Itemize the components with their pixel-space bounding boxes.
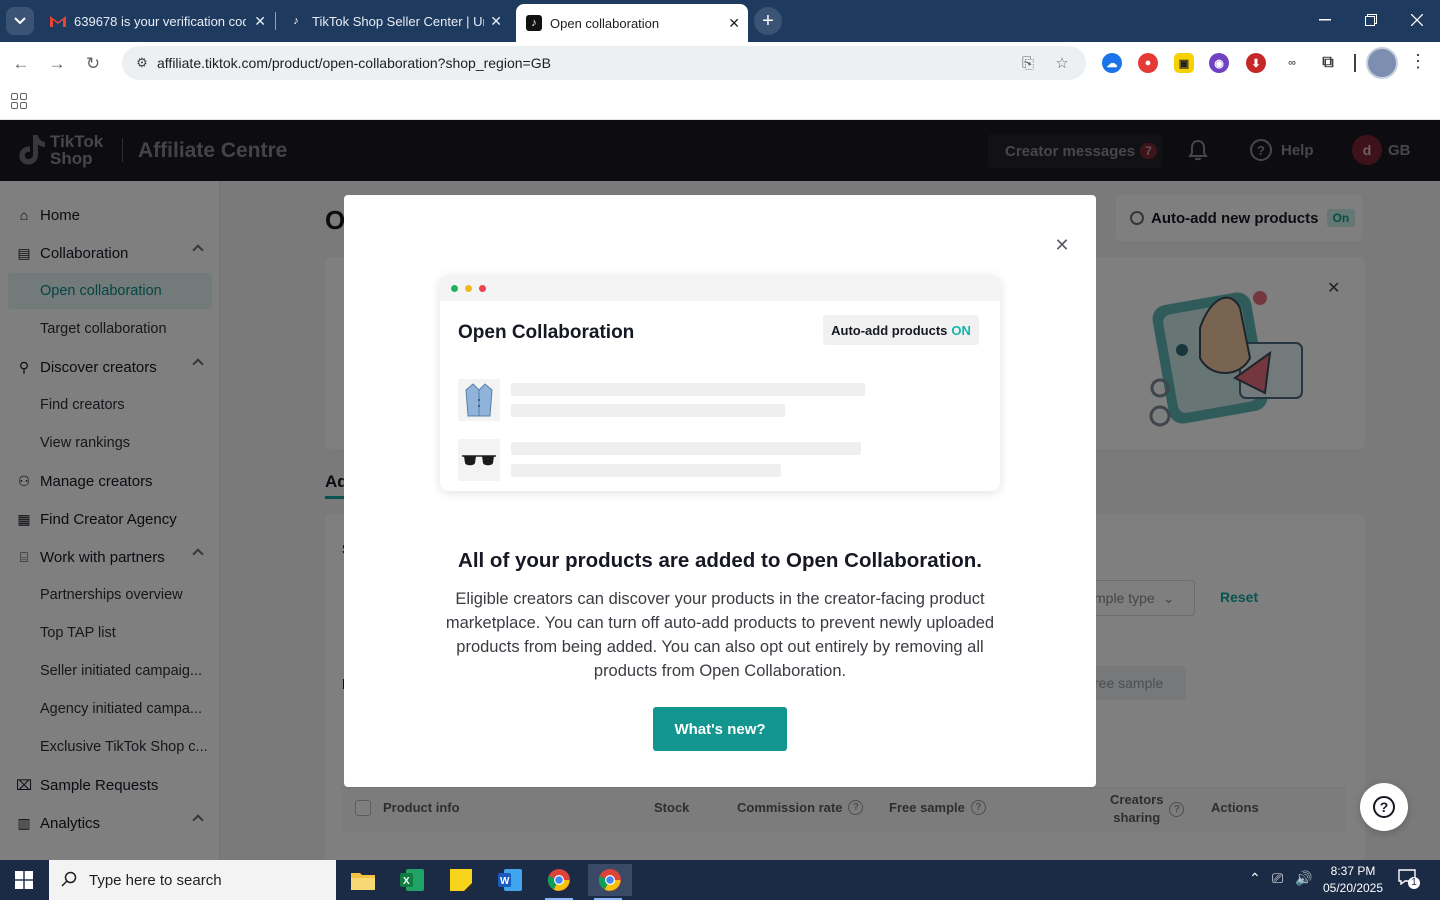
window-dot-red: [479, 285, 486, 292]
svg-text:W: W: [500, 876, 510, 887]
site-settings-icon[interactable]: ⚙: [130, 51, 154, 75]
modal-body-text: Eligible creators can discover your prod…: [445, 590, 995, 680]
sticky-notes-icon: [450, 869, 472, 891]
excel-icon: X: [400, 869, 424, 891]
browser-toolbar: ← → ↻ ⚙ affiliate.tiktok.com/product/ope…: [0, 42, 1440, 84]
restore-icon: [1365, 14, 1377, 26]
chevron-down-icon: [14, 17, 26, 25]
yellow-extension-icon[interactable]: ▣: [1174, 53, 1194, 73]
preview-pill-label: Auto-add products: [831, 322, 948, 338]
close-icon[interactable]: ✕: [490, 13, 502, 30]
install-app-icon[interactable]: ⎘: [1018, 53, 1038, 73]
blazer-thumbnail-icon: [458, 379, 500, 421]
arrow-left-icon: ←: [12, 54, 30, 73]
skeleton-line: [511, 404, 785, 417]
notification-center-icon[interactable]: 1: [1398, 869, 1420, 891]
help-floating-button[interactable]: ?: [1360, 783, 1408, 831]
forward-button[interactable]: →: [44, 51, 70, 77]
pokeball-extension-icon[interactable]: ●: [1138, 53, 1158, 73]
clock-date: 05/20/2025: [1322, 881, 1384, 895]
preview-pill-status: ON: [951, 322, 971, 338]
help-icon: ?: [1373, 796, 1395, 818]
profile-avatar[interactable]: [1366, 47, 1398, 79]
browser-tab-bar: 639678 is your verification code ✕ ♪ Tik…: [0, 0, 1440, 42]
url-text[interactable]: affiliate.tiktok.com/product/open-collab…: [157, 55, 551, 71]
svg-text:X: X: [403, 876, 410, 887]
cloud-extension-icon[interactable]: ☁: [1102, 53, 1122, 73]
volume-icon[interactable]: 🔊: [1295, 870, 1312, 887]
search-icon: [61, 871, 77, 887]
tiktok-icon: ♪: [293, 15, 299, 27]
window-dot-green: [451, 285, 458, 292]
taskbar-excel[interactable]: X: [392, 864, 432, 896]
apps-grid-icon[interactable]: [11, 93, 27, 109]
preview-title: Open Collaboration: [458, 322, 635, 343]
start-button[interactable]: [0, 860, 48, 900]
browser-tab-open-collaboration[interactable]: ♪ Open collaboration ✕: [516, 4, 748, 42]
browser-menu-icon[interactable]: ⋮: [1408, 51, 1428, 75]
tab-title: TikTok Shop Seller Center | United Kingd…: [312, 13, 484, 29]
windows-taskbar: Type here to search X W ⌃ ⎚ 🔊 8:37 PM 05…: [0, 860, 1440, 900]
tab-separator: [275, 12, 276, 30]
preview-window-bar: [440, 275, 1000, 301]
red-extension-icon[interactable]: ⬇: [1246, 53, 1266, 73]
taskbar-file-explorer[interactable]: [343, 864, 383, 896]
tab-search-button[interactable]: [6, 7, 34, 35]
plus-icon: +: [762, 9, 774, 32]
reload-icon: ↻: [85, 54, 101, 73]
taskbar-word[interactable]: W: [490, 864, 530, 896]
reload-button[interactable]: ↻: [80, 51, 106, 77]
skeleton-line: [511, 464, 781, 477]
close-icon[interactable]: ✕: [728, 15, 740, 32]
arrow-right-icon: →: [48, 54, 66, 73]
chevron-up-icon[interactable]: ⌃: [1249, 870, 1261, 887]
close-icon[interactable]: ✕: [254, 13, 266, 30]
skeleton-line: [511, 383, 865, 396]
preview-auto-add-pill: Auto-add products ON: [823, 315, 979, 345]
new-tab-button[interactable]: +: [754, 7, 782, 35]
preview-window-illustration: Open Collaboration Auto-add products ON: [440, 275, 1000, 491]
gmail-icon: [50, 13, 66, 29]
open-collaboration-modal: ✕ Open Collaboration Auto-add products O…: [344, 195, 1096, 787]
modal-close-icon[interactable]: ✕: [1052, 235, 1072, 255]
taskbar-search-box[interactable]: Type here to search: [49, 860, 336, 900]
taskbar-chrome-active[interactable]: [588, 864, 632, 900]
tab-title: Open collaboration: [550, 15, 660, 31]
taskbar-sticky-notes[interactable]: [441, 864, 481, 896]
word-icon: W: [498, 869, 522, 891]
modal-heading: All of your products are added to Open C…: [458, 549, 982, 572]
close-window-button[interactable]: [1394, 0, 1440, 40]
bookmarks-bar: [0, 84, 1440, 120]
link-extension-icon[interactable]: ∞: [1282, 53, 1302, 73]
address-bar[interactable]: ⚙ affiliate.tiktok.com/product/open-coll…: [122, 46, 1086, 80]
minimize-icon: [1319, 19, 1331, 21]
whats-new-button[interactable]: What's new?: [653, 707, 787, 751]
taskbar-search-placeholder: Type here to search: [89, 871, 222, 889]
chrome-icon: [547, 869, 570, 891]
bookmark-star-icon[interactable]: ☆: [1052, 53, 1072, 73]
chrome-icon: [598, 869, 621, 891]
close-icon: [1411, 14, 1423, 26]
clock-time: 8:37 PM: [1330, 864, 1376, 878]
notification-count-badge: 1: [1408, 877, 1420, 889]
restore-button[interactable]: [1348, 0, 1394, 40]
extensions-puzzle-icon[interactable]: ⧉: [1318, 53, 1338, 73]
sunglasses-thumbnail-icon: [458, 439, 500, 481]
windows-logo-icon: [15, 871, 33, 889]
folder-icon: [351, 873, 375, 890]
skeleton-line: [511, 442, 861, 455]
minimize-button[interactable]: [1302, 0, 1348, 40]
browser-tab-gmail[interactable]: 639678 is your verification code ✕: [40, 6, 274, 36]
back-button[interactable]: ←: [8, 51, 34, 77]
meet-now-icon[interactable]: ⎚: [1272, 870, 1283, 887]
tab-title: 639678 is your verification code: [74, 13, 246, 29]
browser-tab-seller-center[interactable]: ♪ TikTok Shop Seller Center | United Kin…: [278, 6, 510, 36]
taskbar-clock[interactable]: 8:37 PM 05/20/2025: [1318, 863, 1388, 897]
purple-extension-icon[interactable]: ◉: [1209, 53, 1229, 73]
tiktok-icon: ♪: [526, 15, 542, 31]
taskbar-chrome[interactable]: [539, 864, 579, 900]
toolbar-divider: [1354, 54, 1356, 72]
window-dot-yellow: [465, 285, 472, 292]
